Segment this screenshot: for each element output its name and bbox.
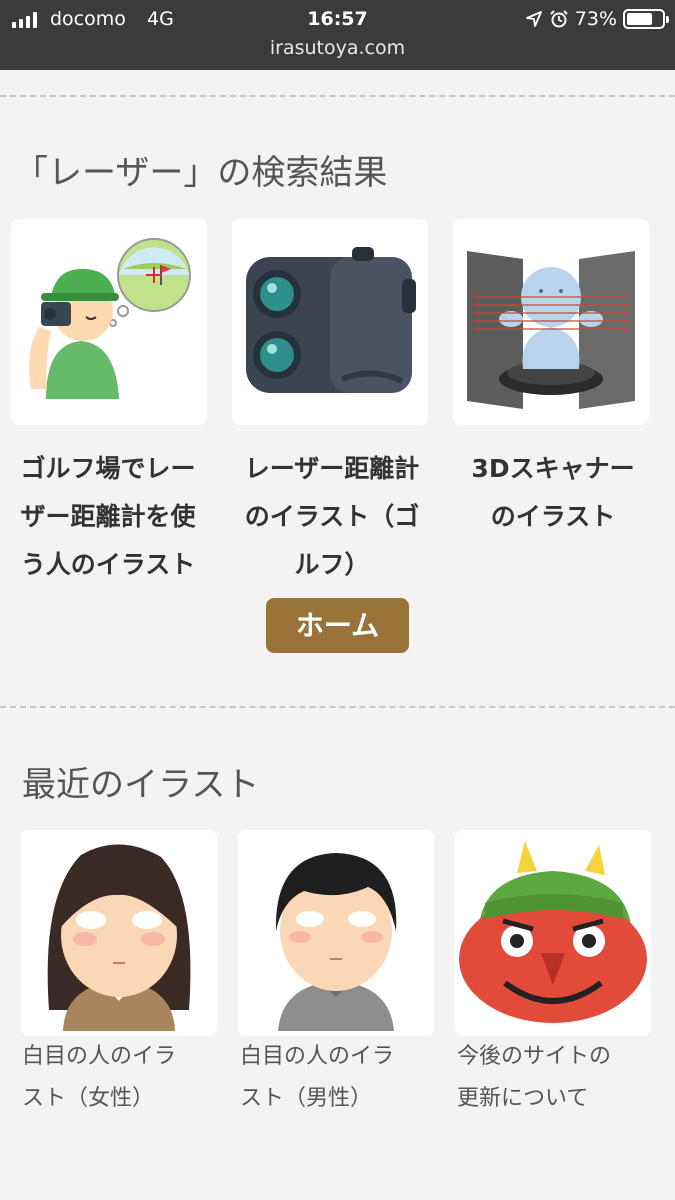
3d-scanner-illustration (453, 219, 649, 425)
alarm-clock-icon (550, 10, 568, 28)
white-eyes-man-illustration (238, 835, 434, 1031)
recent-card-oni[interactable] (455, 830, 651, 1036)
battery-icon (623, 9, 669, 29)
divider (0, 706, 675, 708)
recent-title-woman[interactable]: 白目の人のイラ スト（女性） (22, 1036, 227, 1120)
red-oni-illustration (455, 835, 651, 1031)
result-card-rangefinder[interactable] (232, 219, 428, 425)
status-bar: docomo 4G 16:57 73% irasutoya.com (0, 0, 675, 70)
location-arrow-icon (525, 11, 542, 27)
recent-card-woman[interactable] (21, 830, 217, 1036)
divider (0, 95, 675, 97)
address-bar-url[interactable]: irasutoya.com (0, 37, 675, 59)
home-button[interactable]: ホーム (266, 598, 409, 653)
recent-illustrations-title: 最近のイラスト (22, 765, 260, 805)
search-results-title: 「レーザー」の検索結果 (14, 153, 388, 193)
recent-title-oni[interactable]: 今後のサイトの 更新について (457, 1036, 662, 1120)
white-eyes-woman-illustration (21, 835, 217, 1031)
result-title-3d-scanner[interactable]: 3Dスキャナー のイラスト (448, 445, 658, 541)
golfer-rangefinder-illustration (11, 219, 207, 425)
battery-percent: 73% (574, 8, 617, 30)
laser-rangefinder-illustration (232, 219, 428, 425)
result-card-3d-scanner[interactable] (453, 219, 649, 425)
result-card-golfer[interactable] (11, 219, 207, 425)
recent-title-man[interactable]: 白目の人のイラ スト（男性） (240, 1036, 445, 1120)
result-title-golfer[interactable]: ゴルフ場でレー ザー距離計を使 う人のイラスト (3, 445, 213, 589)
recent-card-man[interactable] (238, 830, 434, 1036)
result-title-rangefinder[interactable]: レーザー距離計 のイラスト（ゴ ルフ） (227, 445, 437, 589)
